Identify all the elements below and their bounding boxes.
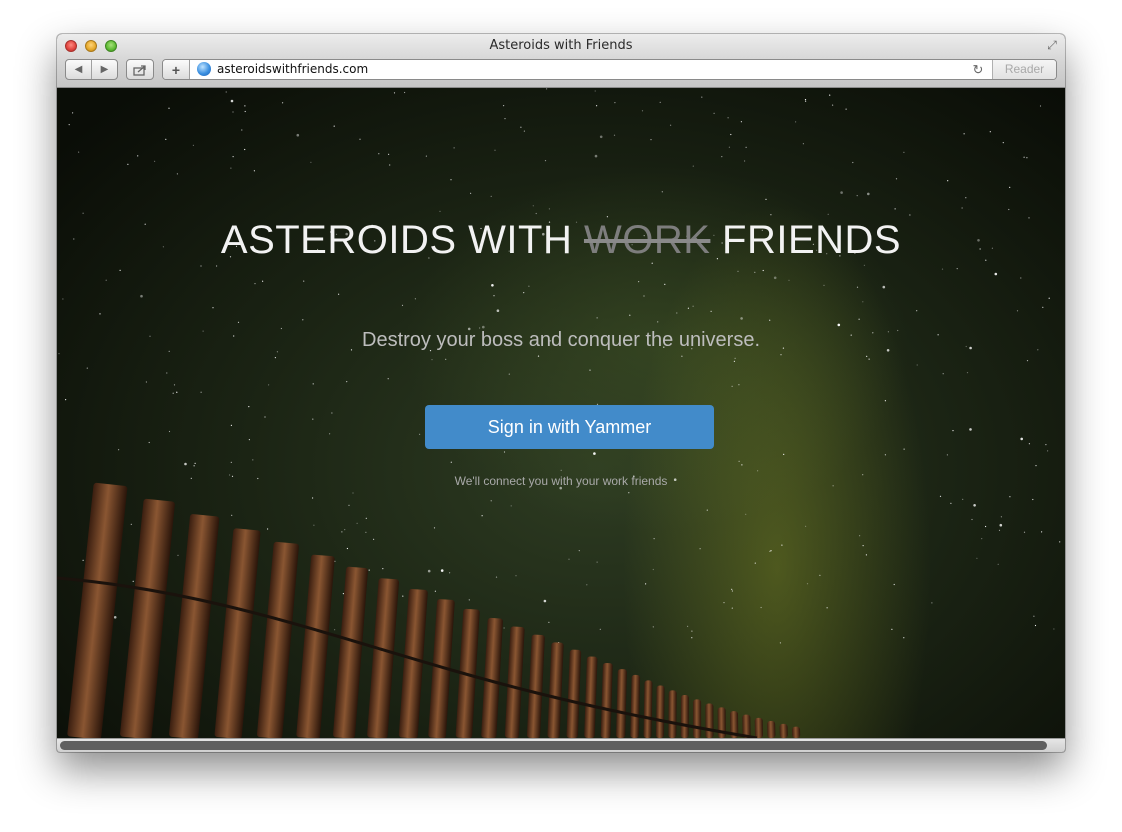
browser-toolbar: Asteroids with Friends ⤢ ◀ ▶ + asteroids…: [57, 34, 1065, 88]
back-arrow-icon: ◀: [74, 64, 83, 75]
plus-icon: +: [171, 61, 181, 78]
address-bar[interactable]: + asteroidswithfriends.com ↻ Reader: [162, 59, 1057, 80]
reader-button[interactable]: Reader: [992, 60, 1056, 79]
fullscreen-icon[interactable]: ⤢: [1045, 38, 1059, 52]
scrollbar-thumb[interactable]: [60, 741, 1047, 750]
hero-title: ASTEROIDS WITH WORK FRIENDS: [57, 218, 1065, 263]
hero-title-part1: ASTEROIDS WITH: [220, 218, 584, 262]
add-bookmark-button[interactable]: +: [163, 60, 190, 79]
sign-in-note: We'll connect you with your work friends: [454, 474, 668, 488]
url-field[interactable]: asteroidswithfriends.com: [217, 62, 368, 76]
forward-arrow-icon: ▶: [100, 64, 109, 75]
page-content: ASTEROIDS WITH WORK FRIENDS Destroy your…: [57, 88, 1065, 738]
reload-icon[interactable]: ↻: [970, 61, 986, 78]
back-forward-group: ◀ ▶: [65, 59, 118, 80]
forward-button[interactable]: ▶: [91, 60, 117, 79]
back-button[interactable]: ◀: [66, 60, 91, 79]
hero-title-part2: FRIENDS: [710, 218, 902, 262]
share-icon: [133, 64, 146, 76]
hero-subtitle: Destroy your boss and conquer the univer…: [362, 329, 760, 351]
horizontal-scrollbar[interactable]: [57, 738, 1065, 752]
window-title: Asteroids with Friends: [489, 38, 633, 53]
share-icon-wrap: [127, 60, 153, 79]
share-button[interactable]: [126, 59, 154, 80]
hero-title-strikethrough: WORK: [583, 218, 711, 262]
browser-window: Asteroids with Friends ⤢ ◀ ▶ + asteroids…: [57, 34, 1065, 752]
sign-in-yammer-button[interactable]: Sign in with Yammer: [425, 405, 714, 449]
globe-icon: [197, 62, 211, 76]
